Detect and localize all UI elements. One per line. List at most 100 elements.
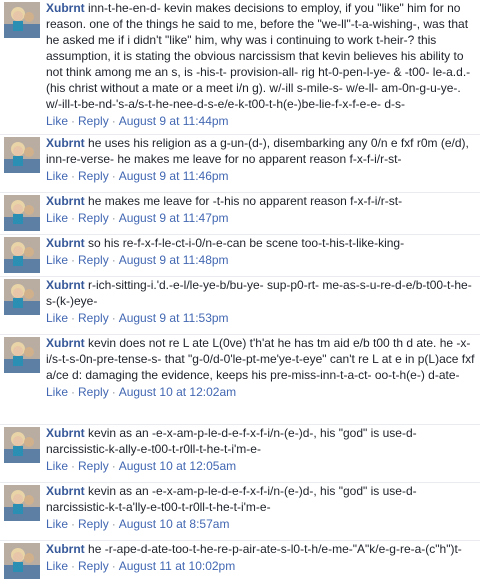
user-photo-icon xyxy=(4,337,40,373)
meta-separator: · xyxy=(71,169,76,183)
meta-separator: · xyxy=(71,385,76,399)
like-link[interactable]: Like xyxy=(46,459,68,473)
comment-meta: Like · Reply · August 9 at 11:48pm xyxy=(46,252,476,268)
comment-meta: Like · Reply · August 9 at 11:47pm xyxy=(46,210,476,226)
comment-timestamp[interactable]: August 10 at 12:05am xyxy=(119,459,236,473)
comment-timestamp[interactable]: August 9 at 11:48pm xyxy=(119,253,229,267)
comment-author[interactable]: Xubrnt xyxy=(46,484,85,498)
comment-author[interactable]: Xubrnt xyxy=(46,278,85,292)
user-photo-icon xyxy=(4,195,40,231)
comment-meta: Like · Reply · August 9 at 11:44pm xyxy=(46,113,476,129)
comment-text: he -r-ape-d-ate-too-t-he-re-p-air-ate-s-… xyxy=(88,542,462,556)
comment-text: kevin does not re L ate L(0ve) t'h'at he… xyxy=(46,336,475,382)
meta-separator: · xyxy=(71,311,76,325)
reply-link[interactable]: Reply xyxy=(78,559,109,573)
avatar[interactable] xyxy=(4,427,40,463)
avatar[interactable] xyxy=(4,279,40,315)
user-photo-icon xyxy=(4,2,40,38)
reply-link[interactable]: Reply xyxy=(78,311,109,325)
meta-separator: · xyxy=(71,559,76,573)
comment-text: kevin as an -e-x-am-p-le-d-e-f-x-f-i/n-(… xyxy=(46,484,417,514)
avatar[interactable] xyxy=(4,2,40,38)
comment-meta: Like · Reply · August 10 at 8:57am xyxy=(46,516,476,532)
comment-timestamp[interactable]: August 9 at 11:46pm xyxy=(119,169,229,183)
comment-item: Xubrnt r-ich-sitting-i.'d.-e-l/le-ye-b/b… xyxy=(0,277,480,335)
comment-author[interactable]: Xubrnt xyxy=(46,194,85,208)
meta-separator: · xyxy=(71,253,76,267)
like-link[interactable]: Like xyxy=(46,385,68,399)
reply-link[interactable]: Reply xyxy=(78,459,109,473)
comment-timestamp[interactable]: August 11 at 10:02pm xyxy=(119,559,236,573)
comment-meta: Like · Reply · August 10 at 12:05am xyxy=(46,458,476,474)
comment-text: kevin as an -e-x-am-p-le-d-e-f-x-f-i/n-(… xyxy=(46,426,417,456)
comment-text: he makes me leave for -t-his no apparent… xyxy=(88,194,403,208)
meta-separator: · xyxy=(111,385,116,399)
meta-separator: · xyxy=(71,211,76,225)
avatar[interactable] xyxy=(4,195,40,231)
user-photo-icon xyxy=(4,279,40,315)
like-link[interactable]: Like xyxy=(46,559,68,573)
avatar[interactable] xyxy=(4,485,40,521)
like-link[interactable]: Like xyxy=(46,253,68,267)
meta-separator: · xyxy=(111,114,116,128)
like-link[interactable]: Like xyxy=(46,311,68,325)
comment-author[interactable]: Xubrnt xyxy=(46,236,85,250)
meta-separator: · xyxy=(111,459,116,473)
user-photo-icon xyxy=(4,485,40,521)
user-photo-icon xyxy=(4,137,40,173)
reply-link[interactable]: Reply xyxy=(78,114,109,128)
like-link[interactable]: Like xyxy=(46,114,68,128)
comment-thread: Xubrnt inn-t-he-en-d- kevin makes decisi… xyxy=(0,0,480,585)
reply-link[interactable]: Reply xyxy=(78,253,109,267)
comment-timestamp[interactable]: August 9 at 11:47pm xyxy=(119,211,229,225)
comment-author[interactable]: Xubrnt xyxy=(46,426,85,440)
user-photo-icon xyxy=(4,237,40,273)
comment-meta: Like · Reply · August 11 at 10:02pm xyxy=(46,558,476,574)
comment-item: Xubrnt he makes me leave for -t-his no a… xyxy=(0,193,480,235)
avatar[interactable] xyxy=(4,137,40,173)
meta-separator: · xyxy=(111,311,116,325)
reply-link[interactable]: Reply xyxy=(78,169,109,183)
like-link[interactable]: Like xyxy=(46,517,68,531)
comment-meta: Like · Reply · August 9 at 11:46pm xyxy=(46,168,476,184)
comment-item: Xubrnt so his re-f-x-f-le-ct-i-0/n-e-can… xyxy=(0,235,480,277)
comment-author[interactable]: Xubrnt xyxy=(46,136,85,150)
meta-separator: · xyxy=(111,211,116,225)
comment-author[interactable]: Xubrnt xyxy=(46,336,85,350)
avatar[interactable] xyxy=(4,237,40,273)
comment-item: Xubrnt he -r-ape-d-ate-too-t-he-re-p-air… xyxy=(0,541,480,585)
meta-separator: · xyxy=(111,253,116,267)
comment-text: he uses his religion as a g-un-(d-), dis… xyxy=(46,136,469,166)
meta-separator: · xyxy=(71,114,76,128)
comment-author[interactable]: Xubrnt xyxy=(46,542,85,556)
avatar[interactable] xyxy=(4,543,40,579)
comment-timestamp[interactable]: August 9 at 11:53pm xyxy=(119,311,229,325)
avatar[interactable] xyxy=(4,337,40,373)
comment-text: r-ich-sitting-i.'d.-e-l/le-ye-b/bu-ye- s… xyxy=(46,278,472,308)
comment-author[interactable]: Xubrnt xyxy=(46,1,85,15)
meta-separator: · xyxy=(71,459,76,473)
comment-meta: Like · Reply · August 10 at 12:02am xyxy=(46,384,476,400)
comment-meta: Like · Reply · August 9 at 11:53pm xyxy=(46,310,476,326)
comment-timestamp[interactable]: August 10 at 12:02am xyxy=(119,385,236,399)
reply-link[interactable]: Reply xyxy=(78,385,109,399)
comment-item: Xubrnt kevin as an -e-x-am-p-le-d-e-f-x-… xyxy=(0,483,480,541)
comment-item: Xubrnt kevin does not re L ate L(0ve) t'… xyxy=(0,335,480,425)
meta-separator: · xyxy=(111,517,116,531)
comment-text: so his re-f-x-f-le-ct-i-0/n-e-can be sce… xyxy=(88,236,405,250)
comment-item: Xubrnt kevin as an -e-x-am-p-le-d-e-f-x-… xyxy=(0,425,480,483)
user-photo-icon xyxy=(4,543,40,579)
meta-separator: · xyxy=(111,559,116,573)
like-link[interactable]: Like xyxy=(46,169,68,183)
comment-item: Xubrnt inn-t-he-en-d- kevin makes decisi… xyxy=(0,0,480,135)
user-photo-icon xyxy=(4,427,40,463)
comment-text: inn-t-he-en-d- kevin makes decisions to … xyxy=(46,1,471,111)
comment-item: Xubrnt he uses his religion as a g-un-(d… xyxy=(0,135,480,193)
comment-timestamp[interactable]: August 10 at 8:57am xyxy=(119,517,230,531)
meta-separator: · xyxy=(111,169,116,183)
meta-separator: · xyxy=(71,517,76,531)
reply-link[interactable]: Reply xyxy=(78,517,109,531)
like-link[interactable]: Like xyxy=(46,211,68,225)
comment-timestamp[interactable]: August 9 at 11:44pm xyxy=(119,114,229,128)
reply-link[interactable]: Reply xyxy=(78,211,109,225)
